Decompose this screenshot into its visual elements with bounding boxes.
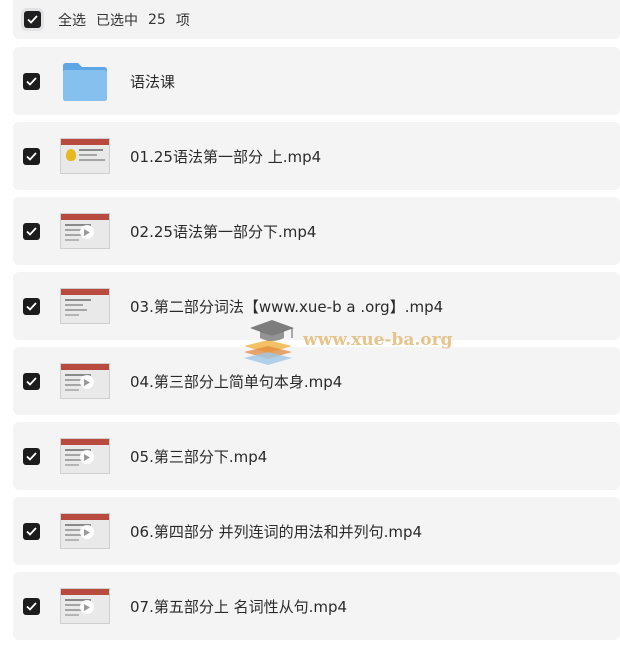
selected-unit: 项 [175, 12, 190, 29]
selection-header: 全选 已选中 25 项 [13, 0, 620, 39]
thumbnail-wrap [60, 133, 110, 179]
thumbnail-wrap [60, 508, 110, 554]
item-name[interactable]: 03.第二部分词法【www.xue-b a .org】.mp4 [130, 296, 443, 317]
play-icon [80, 525, 94, 539]
checkmark-icon [27, 15, 38, 24]
item-checkbox[interactable] [23, 222, 40, 240]
item-checkbox[interactable] [23, 147, 40, 165]
item-checkbox[interactable] [23, 447, 40, 465]
select-all-checkbox[interactable] [24, 11, 41, 28]
list-item[interactable]: 01.25语法第一部分 上.mp4 [13, 122, 620, 190]
video-thumbnail [60, 213, 110, 249]
checkmark-icon [26, 376, 37, 386]
play-icon [80, 600, 94, 614]
play-icon [80, 450, 94, 464]
video-thumbnail [60, 288, 110, 324]
item-checkbox[interactable] [23, 72, 40, 90]
list-item[interactable]: 05.第三部分下.mp4 [13, 422, 620, 490]
thumbnail-wrap [60, 358, 110, 404]
list-item[interactable]: 06.第四部分 并列连词的用法和并列句.mp4 [13, 497, 620, 565]
video-thumbnail [60, 138, 110, 174]
video-thumbnail [60, 513, 110, 549]
thumbnail-wrap [60, 433, 110, 479]
item-checkbox[interactable] [23, 297, 40, 315]
checkmark-icon [26, 301, 37, 311]
selection-summary: 全选 已选中 25 项 [58, 10, 200, 30]
file-list: 语法课 01.25语法第一部分 上.mp4 02.25语法第一部分下.mp4 0… [13, 47, 620, 647]
checkmark-icon [26, 526, 37, 536]
play-icon [80, 375, 94, 389]
play-icon [80, 225, 94, 239]
list-item[interactable]: 07.第五部分上 名词性从句.mp4 [13, 572, 620, 640]
select-all-label[interactable]: 全选 [58, 10, 86, 30]
checkmark-icon [26, 451, 37, 461]
video-thumbnail [60, 588, 110, 624]
checkmark-icon [26, 226, 37, 236]
selected-count: 25 [148, 11, 166, 28]
thumbnail-wrap [60, 583, 110, 629]
checkmark-icon [26, 601, 37, 611]
item-name[interactable]: 07.第五部分上 名词性从句.mp4 [130, 596, 347, 617]
item-checkbox[interactable] [23, 372, 40, 390]
list-item[interactable]: 04.第三部分上简单句本身.mp4 [13, 347, 620, 415]
item-name[interactable]: 05.第三部分下.mp4 [130, 446, 267, 467]
list-item[interactable]: 02.25语法第一部分下.mp4 [13, 197, 620, 265]
item-name[interactable]: 02.25语法第一部分下.mp4 [130, 221, 316, 242]
thumbnail-wrap [60, 208, 110, 254]
video-thumbnail [60, 438, 110, 474]
checkmark-icon [26, 76, 37, 86]
video-thumbnail [60, 363, 110, 399]
list-item[interactable]: 03.第二部分词法【www.xue-b a .org】.mp4 [13, 272, 620, 340]
item-name[interactable]: 01.25语法第一部分 上.mp4 [130, 146, 321, 167]
thumbnail-wrap [60, 283, 110, 329]
selected-prefix: 已选中 [96, 12, 138, 29]
folder-icon [60, 58, 110, 104]
lightbulb-icon [66, 149, 76, 161]
item-checkbox[interactable] [23, 522, 40, 540]
checkmark-icon [26, 151, 37, 161]
item-checkbox[interactable] [23, 597, 40, 615]
item-name[interactable]: 06.第四部分 并列连词的用法和并列句.mp4 [130, 521, 422, 542]
item-name[interactable]: 语法课 [130, 71, 175, 92]
list-item[interactable]: 语法课 [13, 47, 620, 115]
item-name[interactable]: 04.第三部分上简单句本身.mp4 [130, 371, 342, 392]
